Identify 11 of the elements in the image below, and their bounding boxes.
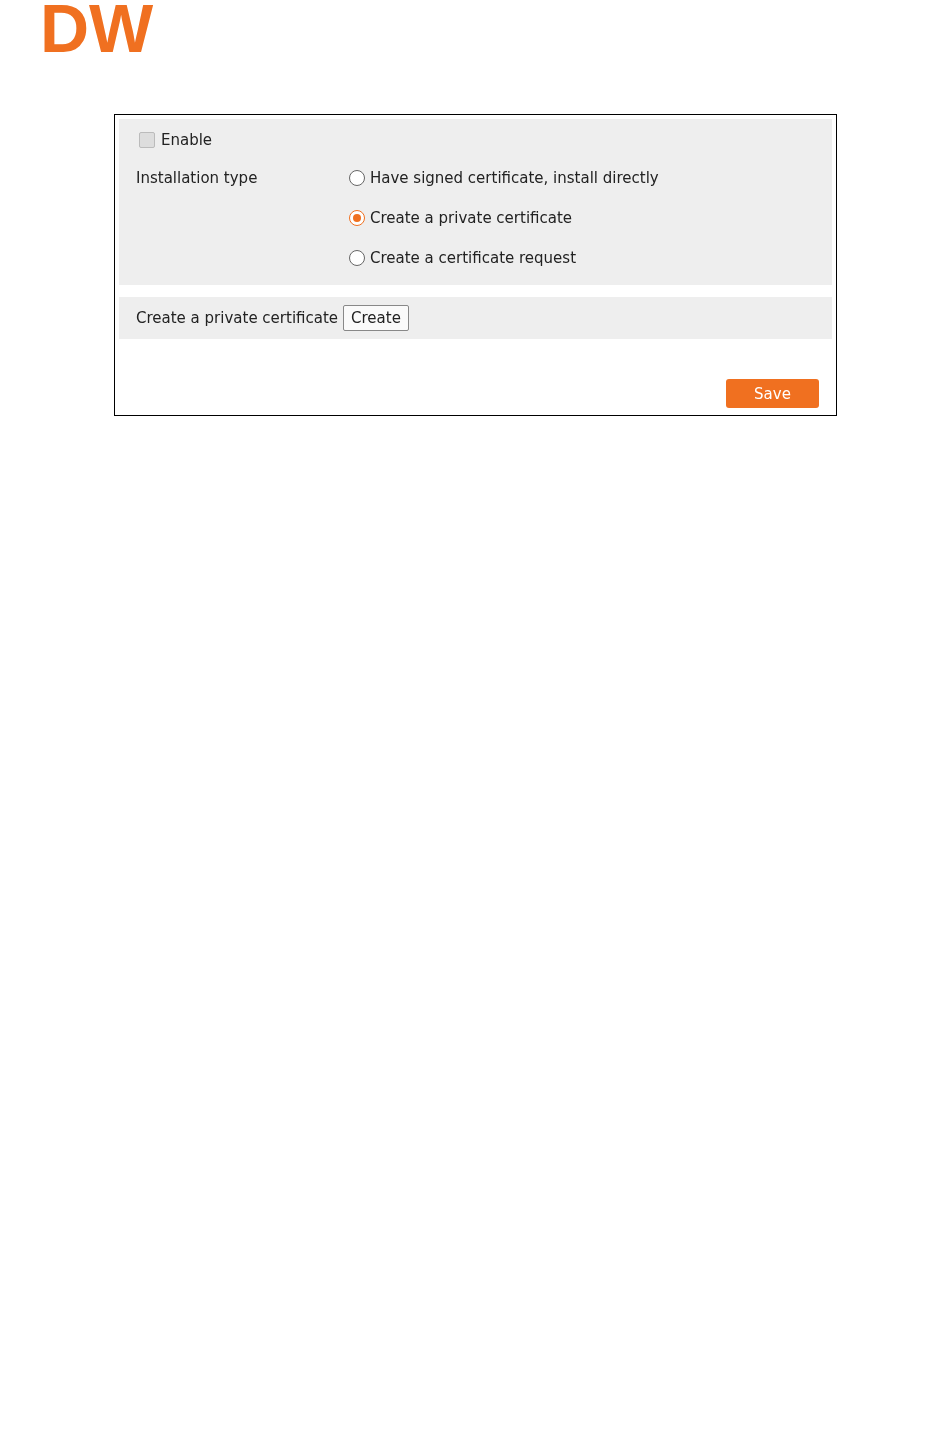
enable-label: Enable xyxy=(161,131,213,149)
private-certificate-label: Create a private certificate xyxy=(136,309,339,327)
radio-button[interactable] xyxy=(349,210,365,226)
radio-button[interactable] xyxy=(349,170,365,186)
logo: DW xyxy=(40,0,155,62)
installation-type-label: Installation type xyxy=(136,169,259,189)
radio-button[interactable] xyxy=(349,250,365,266)
create-button[interactable]: Create xyxy=(343,305,409,331)
radio-label: Create a certificate request xyxy=(370,249,577,267)
radio-label: Have signed certificate, install directly xyxy=(370,169,659,187)
radio-label: Create a private certificate xyxy=(370,209,573,227)
